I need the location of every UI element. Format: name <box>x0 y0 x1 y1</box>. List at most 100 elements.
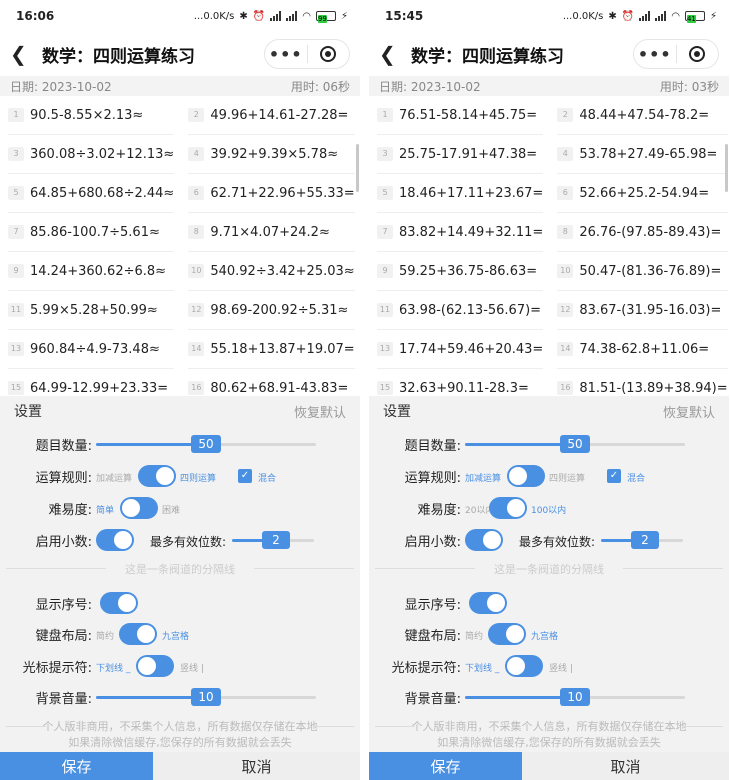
difficulty-option-b[interactable]: 困难 <box>162 503 180 516</box>
problem-item[interactable]: 5 18.46+17.11+23.67= <box>377 174 544 213</box>
save-button[interactable]: 保存 <box>369 752 522 780</box>
problem-item[interactable]: 9 14.24+360.62÷6.8≈ <box>8 252 175 291</box>
cursor-option-bar[interactable]: 竖线 | <box>180 661 204 674</box>
problem-item[interactable]: 3 25.75-17.91+47.38= <box>377 135 544 174</box>
problem-item[interactable]: 14 74.38-62.8+11.06= <box>557 330 728 369</box>
count-slider[interactable]: 50 <box>465 435 685 453</box>
problem-expression: 960.84÷4.9-73.48≈ <box>30 341 160 357</box>
mixed-checkbox[interactable]: ✓ <box>238 469 252 483</box>
save-button[interactable]: 保存 <box>0 752 153 780</box>
elapsed-time: 用时: 03秒 <box>659 79 719 94</box>
problem-item[interactable]: 9 59.25+36.75-86.63= <box>377 252 544 291</box>
volume-slider[interactable]: 10 <box>465 688 685 706</box>
scrollbar[interactable] <box>725 144 728 192</box>
problem-item[interactable]: 10 50.47-(81.36-76.89)= <box>557 252 728 291</box>
rule-option-basic[interactable]: 加减运算 <box>465 471 501 484</box>
max-digits-knob[interactable]: 2 <box>631 531 659 549</box>
problem-item[interactable]: 3 360.08÷3.02+12.13≈ <box>8 135 175 174</box>
problem-list[interactable]: 1 76.51-58.14+45.75= 2 48.44+47.54-78.2= 3 25… <box>369 96 729 396</box>
volume-slider[interactable]: 10 <box>96 688 316 706</box>
rule-toggle[interactable] <box>138 465 176 487</box>
cursor-toggle[interactable] <box>505 655 543 677</box>
mixed-checkbox[interactable]: ✓ <box>607 469 621 483</box>
problem-item[interactable]: 10 540.92÷3.42+25.03≈ <box>188 252 355 291</box>
keyboard-option-simple[interactable]: 简约 <box>465 629 483 642</box>
difficulty-option-b[interactable]: 100以内 <box>531 503 566 516</box>
reset-defaults-button[interactable]: 恢复默认 <box>663 402 715 421</box>
problem-item[interactable]: 15 64.99-12.99+23.33= <box>8 369 174 396</box>
problem-item[interactable]: 13 960.84÷4.9-73.48≈ <box>8 330 175 369</box>
cancel-button[interactable]: 取消 <box>153 752 360 780</box>
problem-item[interactable]: 11 63.98-(62.13-56.67)= <box>377 291 544 330</box>
nav-bar: ❮ 数学：四则运算练习 ••• <box>369 32 729 76</box>
cursor-option-underline[interactable]: 下划线 _ <box>465 661 499 674</box>
problem-item[interactable]: 15 32.63+90.11-28.3= <box>377 369 543 396</box>
settings-title: 设置 <box>14 404 42 420</box>
decimal-toggle[interactable] <box>96 529 134 551</box>
difficulty-toggle[interactable] <box>120 497 158 519</box>
cursor-toggle[interactable] <box>136 655 174 677</box>
rule-toggle[interactable] <box>507 465 545 487</box>
problem-item[interactable]: 14 55.18+13.87+19.07= <box>188 330 355 369</box>
back-icon[interactable]: ❮ <box>10 42 30 66</box>
keyboard-option-grid[interactable]: 九宫格 <box>531 629 558 642</box>
problem-list[interactable]: 1 90.5-8.55×2.13≈ 2 49.96+14.61-27.28= 3 360.… <box>0 96 360 396</box>
sequence-toggle[interactable] <box>469 592 507 614</box>
decimal-toggle[interactable] <box>465 529 503 551</box>
volume-slider-knob[interactable]: 10 <box>191 688 221 706</box>
difficulty-toggle[interactable] <box>489 497 527 519</box>
back-icon[interactable]: ❮ <box>379 42 399 66</box>
date-label: 日期: 2023-10-02 <box>10 79 112 94</box>
more-icon[interactable]: ••• <box>265 45 307 64</box>
problem-item[interactable]: 6 52.66+25.2-54.94= <box>557 174 728 213</box>
problem-item[interactable]: 12 83.67-(31.95-16.03)= <box>557 291 728 330</box>
count-label: 题目数量: <box>35 438 92 454</box>
max-digits-slider[interactable]: 2 <box>232 531 314 549</box>
problem-item[interactable]: 8 26.76-(97.85-89.43)= <box>557 213 728 252</box>
keyboard-option-simple[interactable]: 简约 <box>96 629 114 642</box>
volume-slider-knob[interactable]: 10 <box>560 688 590 706</box>
cursor-option-bar[interactable]: 竖线 | <box>549 661 573 674</box>
problem-item[interactable]: 1 90.5-8.55×2.13≈ <box>8 96 175 135</box>
rule-option-four[interactable]: 四则运算 <box>180 471 216 484</box>
problem-item[interactable]: 8 9.71×4.07+24.2≈ <box>188 213 355 252</box>
difficulty-option-a[interactable]: 简单 <box>96 503 114 516</box>
problem-item[interactable]: 2 48.44+47.54-78.2= <box>557 96 728 135</box>
problem-item[interactable]: 2 49.96+14.61-27.28= <box>188 96 355 135</box>
problem-item[interactable]: 4 53.78+27.49-65.98= <box>557 135 728 174</box>
rule-option-four[interactable]: 四则运算 <box>549 471 585 484</box>
keyboard-toggle[interactable] <box>119 623 157 645</box>
problem-item[interactable]: 13 17.74+59.46+20.43= <box>377 330 544 369</box>
close-program-icon[interactable] <box>308 46 350 62</box>
nav-bar: ❮ 数学：四则运算练习 ••• <box>0 32 360 76</box>
problem-item[interactable]: 7 85.86-100.7÷5.61≈ <box>8 213 175 252</box>
problem-item[interactable]: 5 64.85+680.68÷2.44≈ <box>8 174 175 213</box>
problem-item[interactable]: 6 62.71+22.96+55.33= <box>188 174 355 213</box>
sequence-toggle[interactable] <box>100 592 138 614</box>
problem-item[interactable]: 4 39.92+9.39×5.78≈ <box>188 135 355 174</box>
battery-level: 41 <box>686 15 696 23</box>
problem-item[interactable]: 16 81.51-(13.89+38.94)= <box>557 369 728 396</box>
max-digits-slider[interactable]: 2 <box>601 531 683 549</box>
count-slider[interactable]: 50 <box>96 435 316 453</box>
problem-item[interactable]: 1 76.51-58.14+45.75= <box>377 96 544 135</box>
max-digits-knob[interactable]: 2 <box>262 531 290 549</box>
more-icon[interactable]: ••• <box>634 45 676 64</box>
problem-item[interactable]: 7 83.82+14.49+32.11= <box>377 213 544 252</box>
cursor-option-underline[interactable]: 下划线 _ <box>96 661 130 674</box>
rule-option-basic[interactable]: 加减运算 <box>96 471 132 484</box>
page-title: 数学：四则运算练习 <box>411 46 564 67</box>
reset-defaults-button[interactable]: 恢复默认 <box>294 402 346 421</box>
cancel-button[interactable]: 取消 <box>522 752 729 780</box>
count-slider-knob[interactable]: 50 <box>191 435 221 453</box>
scrollbar[interactable] <box>356 144 359 192</box>
keyboard-toggle[interactable] <box>488 623 526 645</box>
status-icons: ...0.0K/s ✱ ⏰ ◠ 99 ⚡ <box>194 11 348 23</box>
divider-text: 这是一条阀道的分隔线 <box>125 563 235 576</box>
close-program-icon[interactable] <box>677 46 719 62</box>
keyboard-option-grid[interactable]: 九宫格 <box>162 629 189 642</box>
problem-item[interactable]: 12 98.69-200.92÷5.31≈ <box>188 291 355 330</box>
count-slider-knob[interactable]: 50 <box>560 435 590 453</box>
problem-item[interactable]: 16 80.62+68.91-43.83= <box>188 369 354 396</box>
problem-item[interactable]: 11 5.99×5.28+50.99≈ <box>8 291 175 330</box>
